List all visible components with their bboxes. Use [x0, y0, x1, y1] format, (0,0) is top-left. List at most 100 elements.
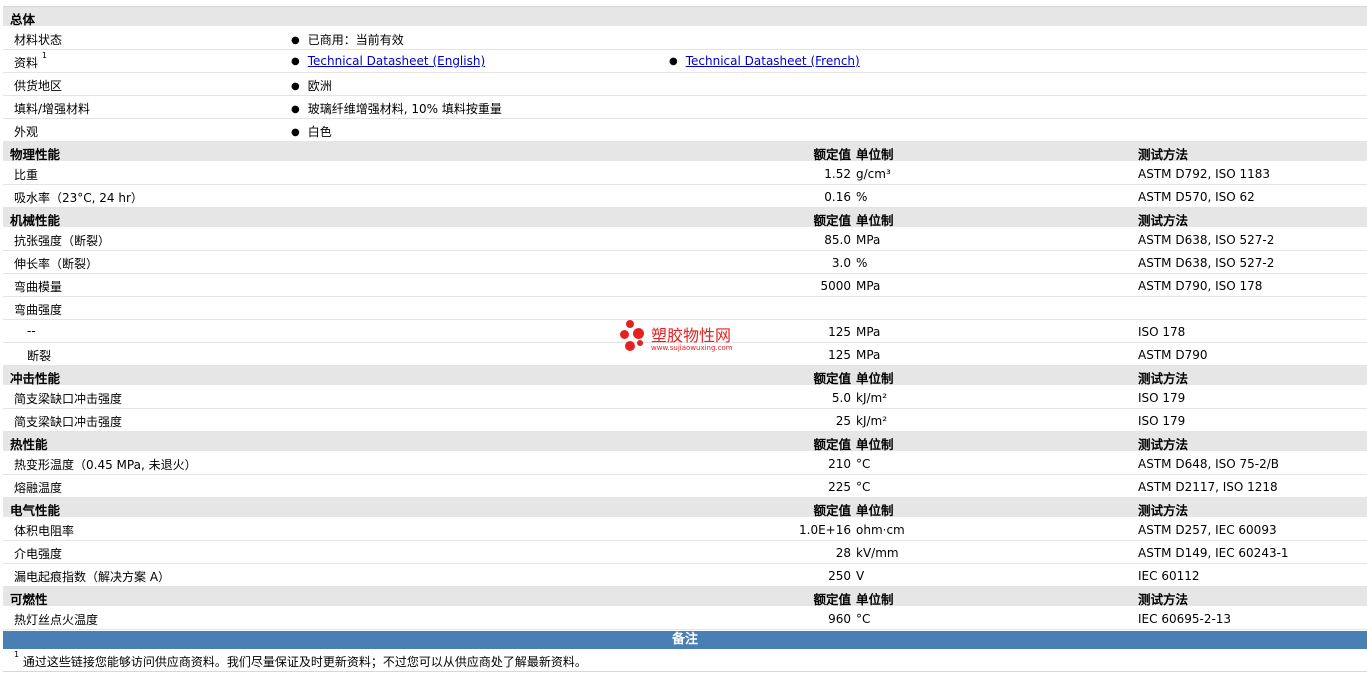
table-row: 弯曲模量 5000 MPa ASTM D790, ISO 178	[3, 274, 1367, 297]
row-label: 热灯丝点火温度	[14, 613, 99, 627]
footnote-marker: 1	[14, 650, 20, 659]
watermark-url: www.sujiaowuxing.com	[651, 344, 733, 352]
table-row: 抗张强度（断裂） 85.0 MPa ASTM D638, ISO 527-2	[3, 228, 1367, 251]
row-label: --	[27, 324, 36, 338]
header-unit: 单位制	[856, 437, 894, 452]
footnote-marker: 1	[41, 51, 47, 60]
row-label: 热变形温度（0.45 MPa, 未退火）	[14, 458, 197, 472]
section-title: 电气性能	[10, 503, 61, 518]
section-header: 物理性能 额定值 单位制 测试方法	[3, 142, 1367, 162]
section-title: 冲击性能	[10, 371, 61, 386]
row-value: 25	[835, 414, 851, 428]
section-title: 总体	[10, 12, 36, 27]
row-label: 简支梁缺口冲击强度	[14, 392, 123, 406]
row-value: 1.0E+16	[799, 523, 851, 537]
watermark-name: 塑胶物性网	[651, 326, 732, 345]
logo-dot	[633, 328, 644, 339]
row-label: 介电强度	[14, 547, 63, 561]
link-datasheet-english[interactable]: Technical Datasheet (English)	[308, 54, 485, 68]
row-value: 125	[828, 325, 851, 339]
logo-dot	[625, 341, 635, 351]
table-row: 简支梁缺口冲击强度 25 kJ/m² ISO 179	[3, 409, 1367, 432]
table-row: 热变形温度（0.45 MPa, 未退火） 210 °C ASTM D648, ISO …	[3, 452, 1367, 475]
list-item: ● 白色	[291, 125, 332, 139]
table-row: 体积电阻率 1.0E+16 ohm·cm ASTM D257, IEC 60093	[3, 518, 1367, 541]
table-row: 介电强度 28 kV/mm ASTM D149, IEC 60243-1	[3, 541, 1367, 564]
row-unit: g/cm³	[856, 167, 891, 181]
row-method: ISO 178	[1138, 325, 1186, 339]
section-title: 可燃性	[10, 592, 48, 607]
row-unit: MPa	[856, 279, 881, 293]
row-value: 28	[835, 546, 851, 560]
row-value: 125	[828, 348, 851, 362]
header-value: 额定值	[813, 371, 851, 386]
bullet-icon: ●	[669, 56, 678, 67]
row-label: 填料/增强材料	[14, 102, 91, 116]
row-unit: kV/mm	[856, 546, 899, 560]
section-title: 机械性能	[10, 213, 61, 228]
row-supply-region: 供货地区 ● 欧洲	[3, 73, 1367, 96]
row-method: ASTM D648, ISO 75-2/B	[1138, 457, 1280, 471]
row-label: 资料 1	[14, 51, 47, 70]
header-value: 额定值	[813, 147, 851, 162]
row-label: 比重	[14, 168, 39, 182]
section-title: 热性能	[10, 437, 48, 452]
bullet-icon: ●	[291, 35, 300, 46]
table-row: 熔融温度 225 °C ASTM D2117, ISO 1218	[3, 475, 1367, 498]
row-method: ASTM D257, IEC 60093	[1138, 523, 1277, 537]
row-method: ISO 179	[1138, 391, 1186, 405]
row-unit: °C	[856, 612, 871, 626]
row-method: ASTM D790	[1138, 348, 1208, 362]
table-row: 热灯丝点火温度 960 °C IEC 60695-2-13	[3, 607, 1367, 630]
row-unit: MPa	[856, 348, 881, 362]
logo-dot	[626, 320, 634, 328]
header-unit: 单位制	[856, 147, 894, 162]
row-appearance: 外观 ● 白色	[3, 119, 1367, 142]
table-row: 伸长率（断裂） 3.0% ASTM D638, ISO 527-2	[3, 251, 1367, 274]
header-method: 测试方法	[1138, 592, 1189, 607]
row-value: 5.0	[831, 391, 851, 405]
bullet-icon: ●	[291, 127, 300, 138]
row-method: IEC 60695-2-13	[1138, 612, 1232, 626]
bullet-icon: ●	[291, 56, 300, 67]
row-material-status: 材料状态 ● 已商用：当前有效	[3, 27, 1367, 50]
section-header: 可燃性 额定值 单位制 测试方法	[3, 587, 1367, 607]
table-row: 吸水率（23°C, 24 hr） 0.16% ASTM D570, ISO 62	[3, 185, 1367, 208]
row-method: ASTM D638, ISO 527-2	[1138, 233, 1275, 247]
row-value: 225	[828, 480, 851, 494]
row-label: 外观	[14, 125, 39, 139]
header-unit: 单位制	[856, 503, 894, 518]
header-unit: 单位制	[856, 371, 894, 386]
row-unit: V	[856, 569, 865, 583]
row-label: 弯曲模量	[14, 280, 63, 294]
section-title: 物理性能	[10, 147, 61, 162]
table-row: 简支梁缺口冲击强度 5.0 kJ/m² ISO 179	[3, 386, 1367, 409]
row-method: ASTM D638, ISO 527-2	[1138, 256, 1275, 270]
row-value: 0.16	[824, 190, 851, 204]
row-value: 210	[828, 457, 851, 471]
header-method: 测试方法	[1138, 503, 1189, 518]
row-method: ASTM D790, ISO 178	[1138, 279, 1263, 293]
note-text: 1 通过这些链接您能够访问供应商资料。我们尽量保证及时更新资料；不过您可以从供应…	[14, 650, 587, 669]
row-label: 熔融温度	[14, 481, 63, 495]
row-unit: MPa	[856, 325, 881, 339]
row-value: 85.0	[824, 233, 851, 247]
logo-dot	[620, 330, 629, 339]
watermark-logo: 塑胶物性网 www.sujiaowuxing.com	[620, 320, 760, 356]
section-general: 总体	[3, 7, 1367, 27]
link-datasheet-french[interactable]: Technical Datasheet (French)	[686, 54, 860, 68]
top-divider	[3, 0, 1367, 7]
row-value: 1.52	[824, 167, 851, 181]
row-label: 抗张强度（断裂）	[14, 234, 111, 248]
row-label: 伸长率（断裂）	[14, 257, 99, 271]
row-method: ISO 179	[1138, 414, 1186, 428]
row-method: ASTM D792, ISO 1183	[1138, 167, 1271, 181]
row-method: ASTM D2117, ISO 1218	[1138, 480, 1278, 494]
row-method: ASTM D149, IEC 60243-1	[1138, 546, 1289, 560]
row-unit: %	[856, 256, 868, 270]
bullet-icon: ●	[291, 81, 300, 92]
header-value: 额定值	[813, 437, 851, 452]
note-row: 1 通过这些链接您能够访问供应商资料。我们尽量保证及时更新资料；不过您可以从供应…	[3, 649, 1367, 672]
header-method: 测试方法	[1138, 213, 1189, 228]
row-unit: %	[856, 190, 868, 204]
